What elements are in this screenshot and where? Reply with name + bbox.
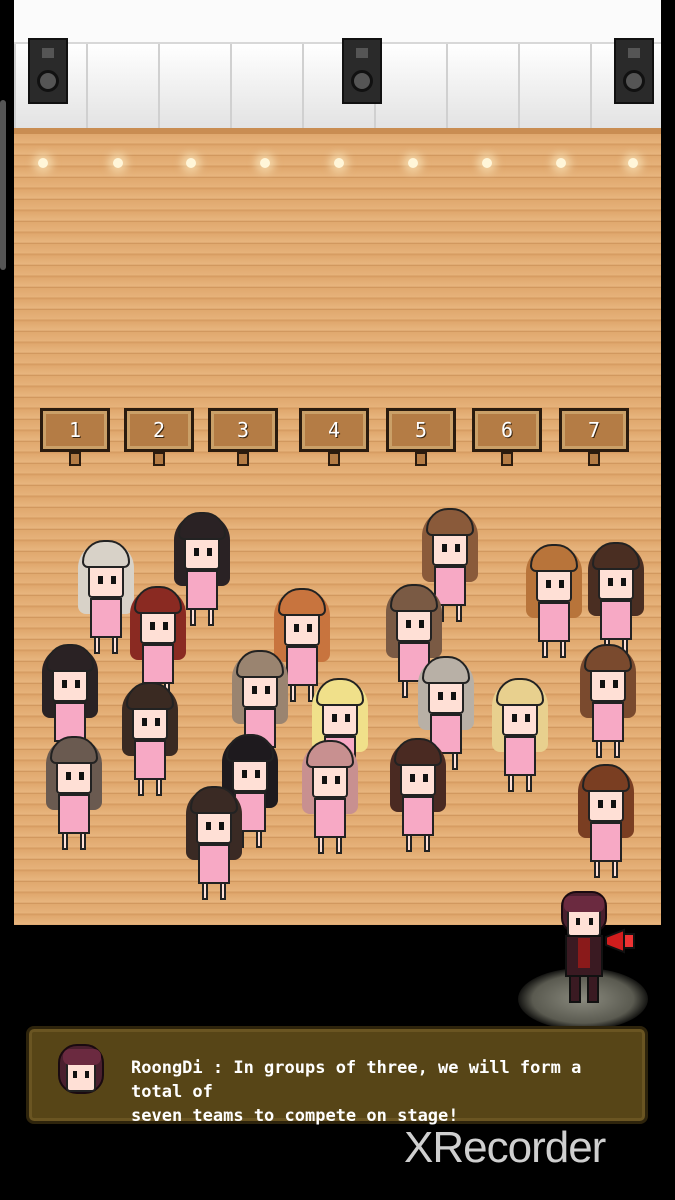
trainee-character[interactable]: [298, 736, 362, 856]
team-sign-1[interactable]: 1: [40, 408, 110, 466]
ceiling-light: [260, 158, 270, 168]
ceiling-light: [38, 158, 48, 168]
practice-room[interactable]: 1 2 3 4 5 6 7: [14, 0, 661, 925]
trainee-character[interactable]: [118, 678, 182, 798]
team-sign-3[interactable]: 3: [208, 408, 278, 466]
megaphone-icon: [605, 928, 635, 954]
team-sign-7[interactable]: 7: [559, 408, 629, 466]
instructor-character[interactable]: [550, 888, 635, 1008]
trainee-character[interactable]: [488, 674, 552, 794]
practice-room-wall: [14, 0, 661, 132]
ceiling-light: [113, 158, 123, 168]
ceiling-light: [556, 158, 566, 168]
mirror-panel: [518, 44, 592, 130]
team-sign-number: 2: [152, 418, 166, 442]
mirror-panel: [86, 44, 160, 130]
team-sign-number: 3: [236, 418, 250, 442]
team-sign-number: 6: [500, 418, 514, 442]
trainee-character[interactable]: [182, 782, 246, 902]
trainee-character[interactable]: [42, 732, 106, 852]
ceiling-light: [408, 158, 418, 168]
ceiling-light: [334, 158, 344, 168]
ceiling-light: [186, 158, 196, 168]
team-sign-2[interactable]: 2: [124, 408, 194, 466]
team-sign-number: 7: [587, 418, 601, 442]
mirror-panel: [230, 44, 304, 130]
wall-top: [14, 0, 661, 44]
trainee-character[interactable]: [576, 640, 640, 760]
team-sign-number: 4: [327, 418, 341, 442]
recorder-watermark: XRecorder: [404, 1123, 606, 1172]
dialog-line: RoongDi : In groups of three, we will fo…: [131, 1058, 582, 1102]
speaker-icon: [28, 38, 68, 104]
team-sign-4[interactable]: 4: [299, 408, 369, 466]
ceiling-light: [482, 158, 492, 168]
speaker-avatar: [55, 1043, 107, 1097]
mirror-panel: [374, 44, 448, 130]
team-sign-number: 1: [68, 418, 82, 442]
game-screen[interactable]: 1 2 3 4 5 6 7 RoongDi: In groups of thr…: [0, 0, 675, 1200]
speaker-icon: [614, 38, 654, 104]
dialog-box[interactable]: RoongDi : In groups of three, we will fo…: [26, 1026, 648, 1126]
ceiling-light: [628, 158, 638, 168]
trainee-character[interactable]: [574, 760, 638, 880]
scroll-indicator: [0, 100, 6, 270]
speaker-icon: [342, 38, 382, 104]
trainee-character[interactable]: [386, 734, 450, 854]
team-sign-number: 5: [414, 418, 428, 442]
mirror-panel: [446, 44, 520, 130]
dialog-text: RoongDi : In groups of three, we will fo…: [131, 1056, 631, 1128]
team-sign-5[interactable]: 5: [386, 408, 456, 466]
team-sign-6[interactable]: 6: [472, 408, 542, 466]
mirror-panel: [158, 44, 232, 130]
